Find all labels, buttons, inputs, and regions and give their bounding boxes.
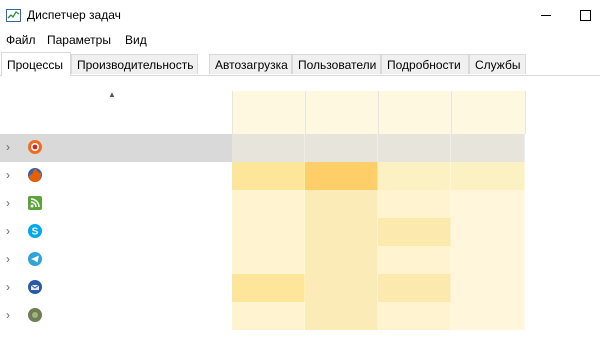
memory-cell	[305, 302, 378, 330]
memory-cell	[305, 162, 378, 190]
disk-cell	[378, 302, 451, 330]
expand-chevron-icon[interactable]: ›	[6, 280, 10, 294]
sort-ascending-icon[interactable]: ▲	[108, 90, 116, 99]
rss-icon	[27, 195, 43, 211]
firefox-icon	[27, 167, 43, 183]
network-cell	[451, 302, 525, 330]
column-divider[interactable]	[378, 91, 379, 134]
thunderbird-icon	[27, 279, 43, 295]
disk-cell	[378, 246, 451, 274]
expand-chevron-icon[interactable]: ›	[6, 168, 10, 182]
column-divider[interactable]	[451, 91, 452, 134]
svg-text:S: S	[32, 227, 39, 238]
expand-chevron-icon[interactable]: ›	[6, 252, 10, 266]
network-cell	[451, 218, 525, 246]
expand-chevron-icon[interactable]: ›	[6, 308, 10, 322]
process-row[interactable]: ›	[0, 162, 600, 190]
process-name-cell[interactable]: ›	[0, 246, 232, 274]
process-row[interactable]: ›	[0, 246, 600, 274]
tab-label: Производительность	[77, 58, 194, 72]
process-list: › › › › S › › ›	[0, 134, 600, 338]
maximize-button[interactable]	[566, 0, 600, 31]
cpu-cell	[232, 274, 305, 302]
cpu-cell	[232, 302, 305, 330]
tab-label: Автозагрузка	[215, 58, 288, 72]
process-row[interactable]: ›	[0, 134, 600, 162]
task-manager-icon	[6, 9, 21, 22]
tab-label: Процессы	[7, 58, 64, 72]
memory-cell	[305, 134, 378, 162]
memory-cell	[305, 246, 378, 274]
column-header-memory[interactable]	[305, 91, 378, 134]
tab-users[interactable]: Пользователи	[292, 54, 381, 74]
skype-icon: S	[27, 223, 43, 239]
window-title: Диспетчер задач	[27, 8, 121, 22]
disk-cell	[378, 218, 451, 246]
disk-cell	[378, 274, 451, 302]
process-name-cell[interactable]: ›	[0, 190, 232, 218]
cpu-cell	[232, 134, 305, 162]
process-row[interactable]: › S	[0, 218, 600, 246]
cpu-cell	[232, 246, 305, 274]
expand-chevron-icon[interactable]: ›	[6, 140, 10, 154]
disk-cell	[378, 162, 451, 190]
process-row[interactable]: ›	[0, 274, 600, 302]
expand-chevron-icon[interactable]: ›	[6, 196, 10, 210]
process-name-cell[interactable]: ›	[0, 162, 232, 190]
title-bar: Диспетчер задач	[0, 0, 600, 31]
memory-cell	[305, 218, 378, 246]
tab-services[interactable]: Службы	[469, 54, 526, 74]
tab-label: Подробности	[387, 58, 461, 72]
network-cell	[451, 162, 525, 190]
process-name-cell[interactable]: ›	[0, 274, 232, 302]
tab-startup[interactable]: Автозагрузка	[209, 54, 292, 74]
column-divider[interactable]	[525, 91, 526, 134]
process-row[interactable]: ›	[0, 190, 600, 218]
tab-label: Пользователи	[298, 58, 377, 72]
menu-file[interactable]: Файл	[6, 33, 36, 47]
network-cell	[451, 190, 525, 218]
tab-details[interactable]: Подробности	[381, 54, 469, 74]
menu-view[interactable]: Вид	[125, 33, 147, 47]
cpu-cell	[232, 190, 305, 218]
process-name-cell[interactable]: › S	[0, 218, 232, 246]
cpu-cell	[232, 162, 305, 190]
column-header-cpu[interactable]	[232, 91, 305, 134]
process-name-cell[interactable]: ›	[0, 302, 232, 330]
minimize-button[interactable]	[526, 0, 566, 31]
avast-icon	[27, 139, 43, 155]
process-row[interactable]: ›	[0, 302, 600, 330]
tab-processes[interactable]: Процессы	[1, 52, 71, 76]
tab-performance[interactable]: Производительность	[71, 54, 198, 74]
memory-cell	[305, 190, 378, 218]
tab-strip: Процессы Производительность Автозагрузка…	[0, 52, 600, 76]
menu-bar: Файл Параметры Вид	[0, 31, 600, 51]
expand-chevron-icon[interactable]: ›	[6, 224, 10, 238]
network-cell	[451, 274, 525, 302]
column-header-disk[interactable]	[378, 91, 451, 134]
telegram-icon	[27, 251, 43, 267]
app-icon-green	[27, 307, 43, 323]
column-header-network[interactable]	[451, 91, 525, 134]
disk-cell	[378, 190, 451, 218]
tab-label: Службы	[475, 58, 521, 72]
memory-cell	[305, 274, 378, 302]
process-name-cell[interactable]: ›	[0, 134, 232, 162]
column-divider[interactable]	[305, 91, 306, 134]
disk-cell	[378, 134, 451, 162]
cpu-cell	[232, 218, 305, 246]
network-cell	[451, 246, 525, 274]
network-cell	[451, 134, 525, 162]
column-divider[interactable]	[232, 91, 233, 134]
menu-options[interactable]: Параметры	[47, 33, 111, 47]
